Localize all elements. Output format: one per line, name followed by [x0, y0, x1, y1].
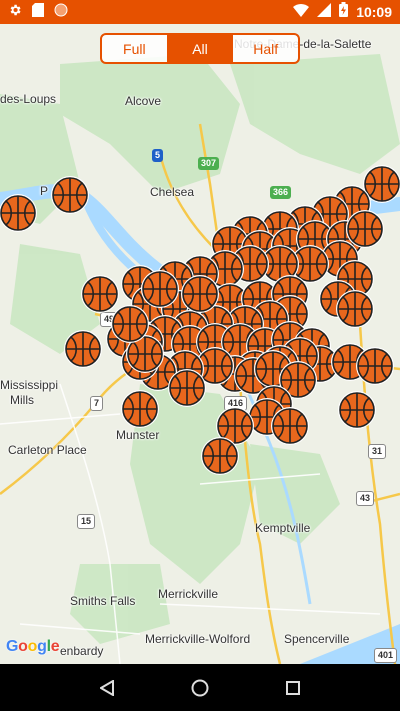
map-label-enbardy: enbardy — [60, 644, 104, 658]
basketball-icon[interactable] — [63, 329, 103, 369]
filter-toggle[interactable]: Full All Half — [100, 33, 300, 64]
basketball-icon[interactable] — [355, 346, 395, 386]
basketball-icon[interactable] — [140, 269, 180, 309]
map-label-des-loups: des-Loups — [0, 92, 57, 106]
map-label-munster: Munster — [116, 428, 160, 442]
map-label-kemptville: Kemptville — [255, 521, 311, 535]
basketball-icon[interactable] — [200, 436, 240, 476]
toggle-half-button[interactable]: Half — [232, 35, 298, 62]
toggle-full-button[interactable]: Full — [102, 35, 167, 62]
home-icon[interactable] — [185, 673, 215, 703]
map-label-merrickville-wolford: Merrickville-Wolford — [145, 632, 251, 646]
route-shield-31: 31 — [368, 444, 387, 459]
route-shield-15: 15 — [77, 514, 96, 529]
basketball-icon[interactable] — [270, 406, 310, 446]
map-label-smiths-falls: Smiths Falls — [70, 594, 136, 608]
route-shield-7: 7 — [90, 396, 104, 411]
map-label-carleton-place: Carleton Place — [8, 443, 87, 457]
route-shield-366: 366 — [270, 186, 292, 199]
map-label-p: P — [40, 184, 49, 198]
map-view[interactable]: Notre-Dame-de-la-Salette des-Loups Alcov… — [0, 24, 400, 664]
toggle-all-button[interactable]: All — [166, 35, 233, 62]
basketball-icon[interactable] — [335, 289, 375, 329]
basketball-icon[interactable] — [337, 390, 377, 430]
basketball-icon[interactable] — [180, 274, 220, 314]
map-label-merrickville: Merrickville — [158, 587, 218, 601]
route-shield-401: 401 — [374, 648, 398, 663]
map-label-mississippi: Mississippi — [0, 378, 59, 392]
route-shield-5: 5 — [152, 149, 164, 162]
orange-circle-icon — [54, 3, 68, 22]
basketball-icon[interactable] — [50, 175, 90, 215]
basketball-icon[interactable] — [110, 304, 150, 344]
signal-icon — [317, 2, 332, 22]
status-time: 10:09 — [356, 4, 392, 20]
system-nav-bar — [0, 664, 400, 711]
recents-icon[interactable] — [278, 673, 308, 703]
map-label-chelsea: Chelsea — [150, 185, 195, 199]
basketball-icon[interactable] — [120, 389, 160, 429]
back-icon[interactable] — [92, 673, 122, 703]
route-shield-307: 307 — [198, 157, 220, 170]
map-label-mills: Mills — [10, 393, 34, 407]
sd-card-icon — [32, 2, 44, 22]
battery-icon — [339, 2, 349, 22]
map-label-alcove: Alcove — [125, 94, 162, 108]
basketball-icon[interactable] — [0, 193, 38, 233]
route-shield-43: 43 — [356, 491, 375, 506]
map-label-spencerville: Spencerville — [284, 632, 350, 646]
wifi-icon — [293, 3, 310, 22]
status-bar: 10:09 — [0, 0, 400, 24]
google-logo: Google — [6, 638, 60, 655]
basketball-icon[interactable] — [167, 368, 207, 408]
gear-icon — [8, 3, 22, 22]
